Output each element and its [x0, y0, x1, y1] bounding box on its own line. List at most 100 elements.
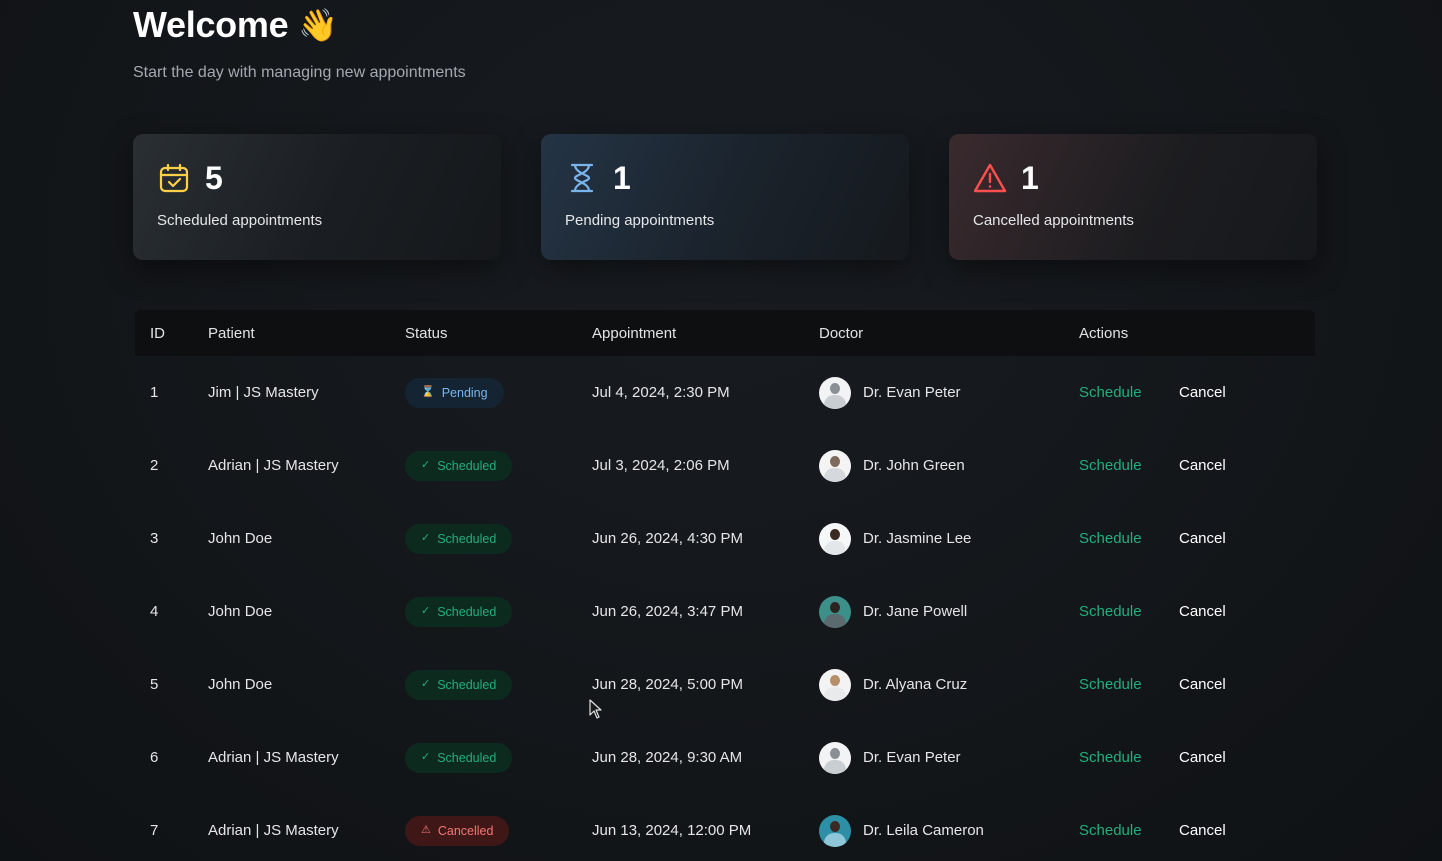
doctor-avatar — [819, 449, 851, 482]
appointment-datetime: Jul 3, 2024, 2:06 PM — [592, 457, 730, 474]
row-id: 2 — [150, 457, 159, 474]
doctor-cell: Dr. Jasmine Lee — [819, 522, 972, 555]
column-header-actions: Actions — [1079, 324, 1129, 342]
dashboard-page: Welcome 👋 Start the day with managing ne… — [0, 0, 1442, 861]
check-icon: ✓ — [421, 605, 431, 617]
doctor-avatar — [819, 595, 851, 628]
column-header-doctor: Doctor — [819, 324, 864, 342]
status-badge: ✓ Scheduled — [405, 742, 513, 773]
cancel-button[interactable]: Cancel — [1179, 457, 1226, 474]
patient-name: Jim | JS Mastery — [208, 384, 319, 401]
doctor-name: Dr. Evan Peter — [863, 384, 961, 401]
stat-card-pending: 1 Pending appointments — [541, 134, 909, 260]
schedule-button[interactable]: Schedule — [1079, 384, 1142, 401]
column-header-status: Status — [405, 324, 448, 342]
status-text: Scheduled — [437, 604, 497, 619]
table-row: 5 John Doe ✓ Scheduled Jun 28, 2024, 5:0… — [135, 648, 1315, 721]
cancel-button[interactable]: Cancel — [1179, 822, 1226, 839]
status-badge-cancelled: ⚠ Cancelled — [405, 815, 510, 846]
status-badge: ⚠ Cancelled — [405, 815, 510, 846]
doctor-avatar — [819, 376, 851, 409]
waving-hand-icon: 👋 — [298, 7, 339, 43]
doctor-avatar — [819, 814, 851, 847]
status-text: Scheduled — [437, 531, 497, 546]
column-header-patient: Patient — [208, 324, 255, 342]
cancelled-label: Cancelled appointments — [973, 212, 1134, 229]
check-icon: ✓ — [421, 532, 431, 544]
row-id: 5 — [150, 676, 159, 693]
column-header-appointment: Appointment — [592, 324, 677, 342]
status-text: Scheduled — [437, 750, 497, 765]
cancel-button[interactable]: Cancel — [1179, 676, 1226, 693]
stats-section: 5 Scheduled appointments 1 Pending appoi… — [133, 134, 1317, 260]
patient-name: John Doe — [208, 603, 273, 620]
warning-icon: ⚠ — [421, 824, 431, 836]
status-badge: ✓ Scheduled — [405, 523, 513, 554]
schedule-button[interactable]: Schedule — [1079, 749, 1142, 766]
schedule-button[interactable]: Schedule — [1079, 676, 1142, 693]
pending-label: Pending appointments — [565, 212, 715, 229]
schedule-button[interactable]: Schedule — [1079, 530, 1142, 547]
stat-card-cancelled: 1 Cancelled appointments — [949, 134, 1317, 260]
warning-triangle-icon — [973, 161, 1007, 195]
status-badge-scheduled: ✓ Scheduled — [405, 596, 513, 627]
row-id: 7 — [150, 822, 159, 839]
patient-name: Adrian | JS Mastery — [208, 457, 339, 474]
table-row: 6 Adrian | JS Mastery ✓ Scheduled Jun 28… — [135, 721, 1315, 794]
appointment-datetime: Jun 28, 2024, 5:00 PM — [592, 676, 743, 693]
status-badge-scheduled: ✓ Scheduled — [405, 450, 513, 481]
cancelled-count: 1 — [1021, 159, 1039, 196]
cancel-button[interactable]: Cancel — [1179, 749, 1226, 766]
patient-name: Adrian | JS Mastery — [208, 749, 339, 766]
appointment-datetime: Jun 26, 2024, 3:47 PM — [592, 603, 743, 620]
table-row: 1 Jim | JS Mastery ⌛ Pending Jul 4, 2024… — [135, 356, 1315, 429]
column-header-id: ID — [150, 324, 165, 342]
welcome-header: Welcome 👋 — [133, 4, 338, 46]
hourglass-icon — [565, 161, 599, 195]
mouse-cursor-icon — [589, 699, 603, 724]
cancel-button[interactable]: Cancel — [1179, 603, 1226, 620]
appointment-datetime: Jul 4, 2024, 2:30 PM — [592, 384, 730, 401]
check-icon: ✓ — [421, 678, 431, 690]
table-row: 4 John Doe ✓ Scheduled Jun 26, 2024, 3:4… — [135, 575, 1315, 648]
doctor-cell: Dr. Alyana Cruz — [819, 668, 968, 701]
appointments-table: ID Patient Status Appointment Doctor Act… — [135, 310, 1315, 861]
schedule-button[interactable]: Schedule — [1079, 603, 1142, 620]
scheduled-label: Scheduled appointments — [157, 212, 323, 229]
doctor-name: Dr. John Green — [863, 457, 965, 474]
cancel-button[interactable]: Cancel — [1179, 384, 1226, 401]
schedule-button[interactable]: Schedule — [1079, 822, 1142, 839]
cancel-button[interactable]: Cancel — [1179, 530, 1226, 547]
doctor-name: Dr. Jasmine Lee — [863, 530, 972, 547]
doctor-cell: Dr. Leila Cameron — [819, 814, 984, 847]
table-header: ID Patient Status Appointment Doctor Act… — [135, 310, 1315, 356]
patient-name: John Doe — [208, 530, 273, 547]
pending-count: 1 — [613, 159, 631, 196]
status-badge: ✓ Scheduled — [405, 596, 513, 627]
row-id: 1 — [150, 384, 159, 401]
calendar-check-icon — [157, 161, 191, 195]
hourglass-icon: ⌛ — [421, 386, 435, 398]
appointment-datetime: Jun 13, 2024, 12:00 PM — [592, 822, 752, 839]
doctor-cell: Dr. Evan Peter — [819, 376, 961, 409]
patient-name: Adrian | JS Mastery — [208, 822, 339, 839]
status-badge-scheduled: ✓ Scheduled — [405, 523, 513, 554]
page-title: Welcome — [133, 4, 289, 45]
doctor-avatar — [819, 668, 851, 701]
doctor-cell: Dr. John Green — [819, 449, 965, 482]
table-body: 1 Jim | JS Mastery ⌛ Pending Jul 4, 2024… — [135, 356, 1315, 861]
status-badge: ✓ Scheduled — [405, 669, 513, 700]
doctor-name: Dr. Alyana Cruz — [863, 676, 968, 693]
doctor-cell: Dr. Jane Powell — [819, 595, 968, 628]
doctor-name: Dr. Jane Powell — [863, 603, 968, 620]
scheduled-count: 5 — [205, 159, 223, 196]
schedule-button[interactable]: Schedule — [1079, 457, 1142, 474]
status-text: Cancelled — [437, 823, 494, 838]
row-id: 3 — [150, 530, 159, 547]
status-badge: ✓ Scheduled — [405, 450, 513, 481]
status-text: Scheduled — [437, 677, 497, 692]
table-row: 3 John Doe ✓ Scheduled Jun 26, 2024, 4:3… — [135, 502, 1315, 575]
row-id: 4 — [150, 603, 159, 620]
status-badge-scheduled: ✓ Scheduled — [405, 669, 513, 700]
status-text: Pending — [441, 385, 488, 400]
